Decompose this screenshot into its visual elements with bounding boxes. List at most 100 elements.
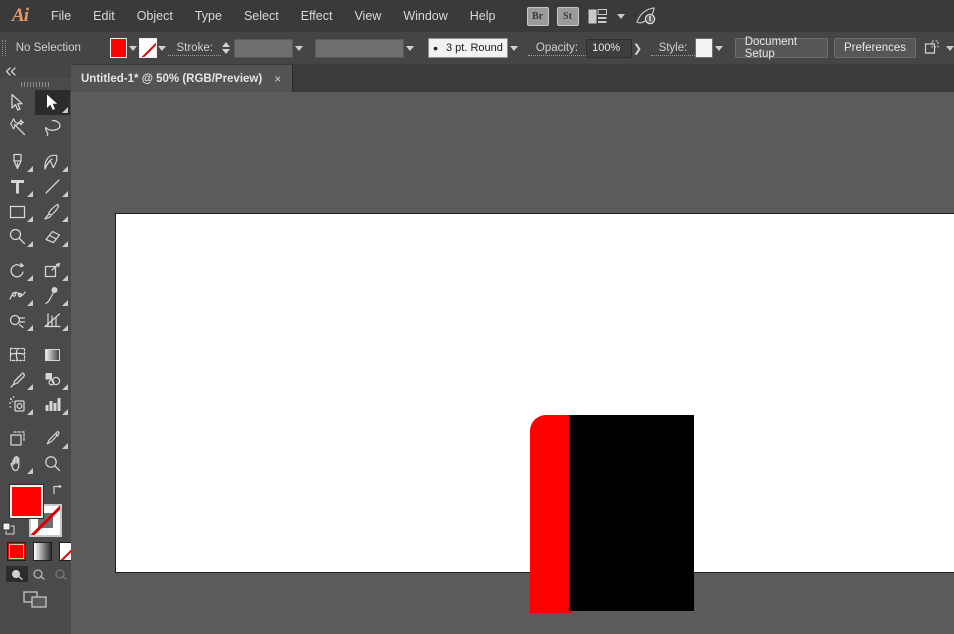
tool-flyout-indicator[interactable] <box>27 275 33 281</box>
search-adobe-stock-icon[interactable] <box>633 6 659 26</box>
tool-line-segment[interactable] <box>35 174 70 199</box>
draw-normal-button[interactable] <box>6 566 28 582</box>
tool-width[interactable] <box>0 283 35 308</box>
tool-shape-builder[interactable] <box>0 308 35 333</box>
tool-paintbrush[interactable] <box>35 199 70 224</box>
menu-file[interactable]: File <box>40 0 82 32</box>
menu-select[interactable]: Select <box>233 0 290 32</box>
tool-flyout-indicator[interactable] <box>62 241 68 247</box>
menu-edit[interactable]: Edit <box>82 0 126 32</box>
fill-swatch-dropdown[interactable] <box>127 38 139 58</box>
tools-collapse-button[interactable] <box>0 64 71 78</box>
black-rectangle[interactable] <box>569 415 694 611</box>
color-button[interactable] <box>7 542 26 561</box>
gradient-button[interactable] <box>33 542 52 561</box>
bridge-icon[interactable]: Br <box>526 6 549 26</box>
tool-scale[interactable] <box>35 258 70 283</box>
tool-type[interactable] <box>0 174 35 199</box>
tool-flyout-indicator[interactable] <box>27 300 33 306</box>
tool-flyout-indicator[interactable] <box>62 325 68 331</box>
default-fill-stroke-icon[interactable] <box>2 522 16 536</box>
align-chevron-down-icon[interactable] <box>946 45 954 51</box>
tool-rotate[interactable] <box>0 258 35 283</box>
stock-icon[interactable]: St <box>556 6 579 26</box>
tool-flyout-indicator[interactable] <box>62 443 68 449</box>
tool-flyout-indicator[interactable] <box>27 216 33 222</box>
tool-shaper[interactable] <box>0 224 35 249</box>
tool-flyout-indicator[interactable] <box>62 166 68 172</box>
tool-zoom[interactable] <box>35 451 70 476</box>
control-bar-grip[interactable] <box>0 32 8 64</box>
tool-flyout-indicator[interactable] <box>27 325 33 331</box>
tool-hand[interactable] <box>0 451 35 476</box>
change-screen-mode-button[interactable] <box>22 590 50 610</box>
tool-magic-wand[interactable] <box>0 115 35 140</box>
stroke-weight-input[interactable] <box>234 38 293 58</box>
tool-column-graph[interactable] <box>35 392 70 417</box>
align-to-artboard-group[interactable] <box>924 40 954 56</box>
tool-flyout-indicator[interactable] <box>62 107 68 113</box>
tool-slice[interactable] <box>35 426 70 451</box>
document-tab[interactable]: Untitled-1* @ 50% (RGB/Preview) × <box>71 65 294 92</box>
tool-flyout-indicator[interactable] <box>27 241 33 247</box>
menu-window[interactable]: Window <box>392 0 458 32</box>
menu-view[interactable]: View <box>343 0 392 32</box>
tool-flyout-indicator[interactable] <box>62 384 68 390</box>
stroke-color-swatch[interactable] <box>139 38 157 58</box>
tool-free-transform[interactable] <box>35 283 70 308</box>
canvas-area[interactable] <box>71 92 954 634</box>
preferences-button[interactable]: Preferences <box>834 38 917 58</box>
artboard[interactable] <box>115 213 954 613</box>
tool-flyout-indicator[interactable] <box>62 275 68 281</box>
tool-flyout-indicator[interactable] <box>62 300 68 306</box>
tool-flyout-indicator[interactable] <box>62 216 68 222</box>
tool-eraser[interactable] <box>35 224 70 249</box>
tool-lasso[interactable] <box>35 115 70 140</box>
tool-flyout-indicator[interactable] <box>27 468 33 474</box>
stroke-swatch-dropdown[interactable] <box>157 38 169 58</box>
stroke-profile-input[interactable] <box>314 38 405 58</box>
red-rounded-shape[interactable] <box>530 415 572 613</box>
tool-eyedropper[interactable] <box>0 367 35 392</box>
brush-definition-box[interactable]: • 3 pt. Round <box>428 38 508 58</box>
toolbar-fill-swatch[interactable] <box>9 484 44 519</box>
menu-effect[interactable]: Effect <box>290 0 344 32</box>
close-icon[interactable]: × <box>271 72 284 85</box>
arrange-documents-icon[interactable] <box>587 8 609 24</box>
tool-flyout-indicator[interactable] <box>62 191 68 197</box>
opacity-input[interactable]: 100% <box>586 38 633 58</box>
tool-flyout-indicator[interactable] <box>62 409 68 415</box>
stroke-weight-stepper[interactable] <box>221 39 230 57</box>
tool-direct-selection[interactable] <box>35 90 70 115</box>
document-setup-button[interactable]: Document Setup <box>734 36 829 60</box>
stroke-profile-dropdown[interactable] <box>404 38 416 58</box>
tools-panel-grip[interactable] <box>0 78 71 90</box>
tool-flyout-indicator[interactable] <box>27 384 33 390</box>
tool-flyout-indicator[interactable] <box>27 191 33 197</box>
menu-object[interactable]: Object <box>126 0 184 32</box>
tool-curvature[interactable] <box>35 149 70 174</box>
graphic-style-swatch[interactable] <box>695 38 713 58</box>
tool-mesh[interactable] <box>0 342 35 367</box>
draw-inside-button[interactable] <box>50 566 72 582</box>
graphic-style-dropdown[interactable] <box>713 38 725 58</box>
tool-selection[interactable] <box>0 90 35 115</box>
menu-help[interactable]: Help <box>459 0 507 32</box>
draw-behind-button[interactable] <box>28 566 50 582</box>
tool-perspective-grid[interactable] <box>35 308 70 333</box>
tool-rectangle[interactable] <box>0 199 35 224</box>
arrange-chevron-down-icon[interactable] <box>616 13 625 19</box>
tool-artboard[interactable] <box>0 426 35 451</box>
tool-flyout-indicator[interactable] <box>27 409 33 415</box>
stroke-weight-dropdown[interactable] <box>293 38 305 58</box>
tool-blend[interactable] <box>35 367 70 392</box>
tool-pen[interactable] <box>0 149 35 174</box>
opacity-options-arrow-icon[interactable]: ❯ <box>632 38 642 58</box>
tool-gradient[interactable] <box>35 342 70 367</box>
tool-symbol-sprayer[interactable] <box>0 392 35 417</box>
menu-type[interactable]: Type <box>184 0 233 32</box>
tool-flyout-indicator[interactable] <box>27 166 33 172</box>
fill-color-swatch[interactable] <box>109 38 128 58</box>
swap-fill-stroke-icon[interactable] <box>51 483 65 497</box>
brush-definition-dropdown[interactable] <box>508 38 520 58</box>
